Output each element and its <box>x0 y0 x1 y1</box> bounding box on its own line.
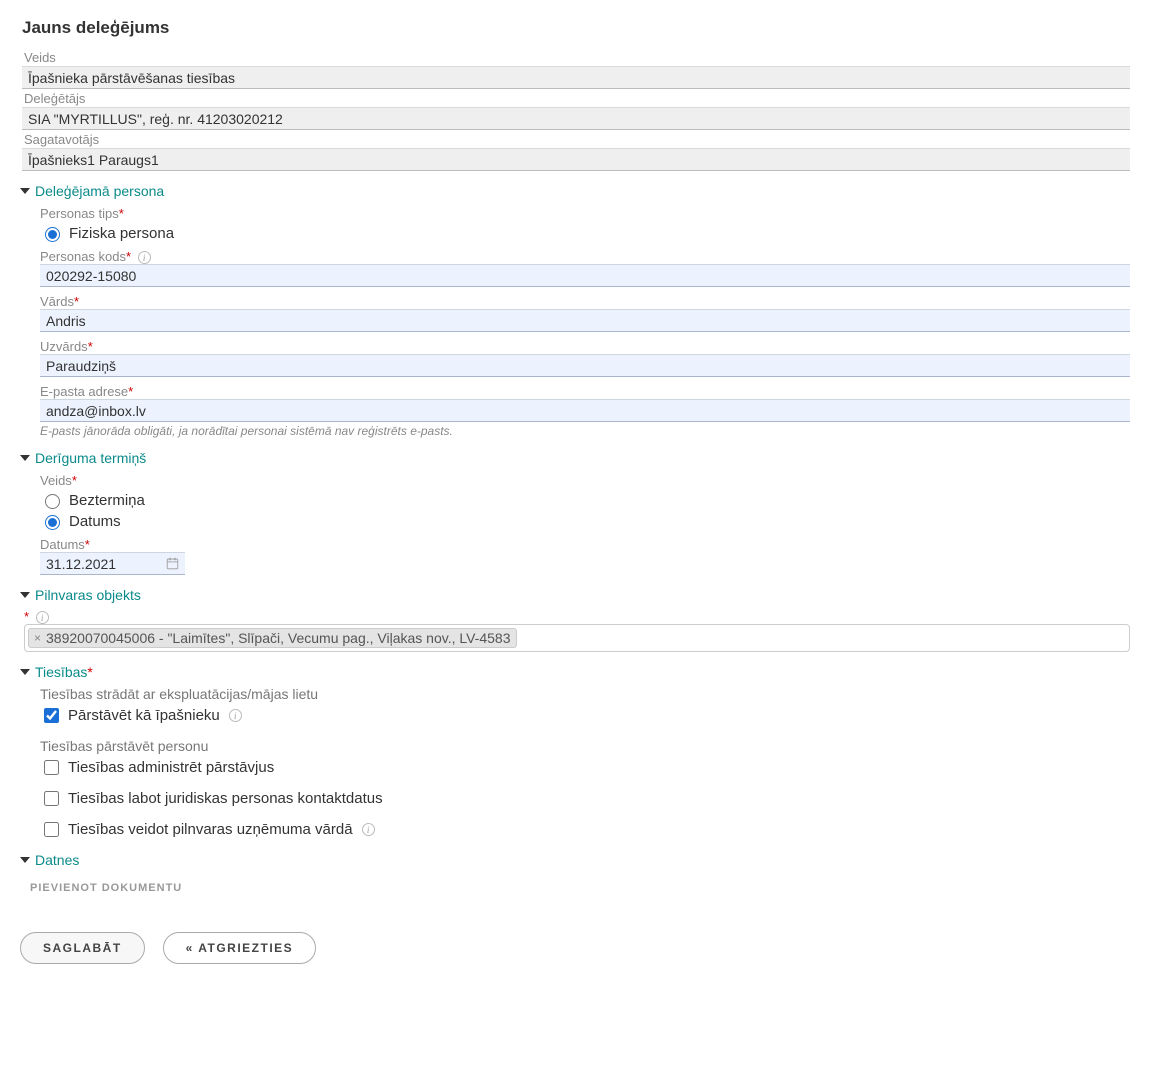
calendar-icon[interactable] <box>160 557 185 570</box>
caret-down-icon <box>20 455 30 461</box>
validity-unlimited-row[interactable]: Beztermiņa <box>40 491 1130 509</box>
section-person-title: Deleģējamā persona <box>35 183 164 199</box>
person-type-label: Personas tips* <box>40 206 1130 221</box>
page-title: Jauns deleģējums <box>22 18 1130 38</box>
section-files-header[interactable]: Datnes <box>20 852 1130 868</box>
section-rights-header[interactable]: Tiesības* <box>20 664 1130 680</box>
validity-type-label: Veids* <box>40 473 1130 488</box>
first-name-label: Vārds* <box>40 294 1130 309</box>
rights-edit-checkbox[interactable] <box>44 791 59 806</box>
object-tag: × 38920070045006 - "Laimītes", Slīpači, … <box>28 628 517 648</box>
field-type-group: Veids Īpašnieka pārstāvēšanas tiesības <box>22 50 1130 89</box>
info-icon[interactable]: i <box>362 823 375 836</box>
section-validity-header[interactable]: Derīguma termiņš <box>20 450 1130 466</box>
rights-admin-checkbox[interactable] <box>44 760 59 775</box>
object-tag-text: 38920070045006 - "Laimītes", Slīpači, Ve… <box>46 630 510 646</box>
caret-down-icon <box>20 669 30 675</box>
rights-edit-label: Tiesības labot juridiskas personas konta… <box>68 790 383 807</box>
validity-date-input[interactable] <box>40 553 160 575</box>
person-type-radio-row[interactable]: Fiziska persona <box>40 224 1130 242</box>
person-code-input[interactable] <box>40 264 1130 287</box>
last-name-label: Uzvārds* <box>40 339 1130 354</box>
email-input[interactable] <box>40 399 1130 422</box>
field-preparer-label: Sagatavotājs <box>22 132 1130 147</box>
validity-unlimited-radio[interactable] <box>45 494 60 509</box>
person-type-radio-physical[interactable] <box>45 227 60 242</box>
rights-create-checkbox[interactable] <box>44 822 59 837</box>
section-validity-title: Derīguma termiņš <box>35 450 146 466</box>
person-type-radio-physical-label: Fiziska persona <box>69 225 174 242</box>
section-files-title: Datnes <box>35 852 79 868</box>
caret-down-icon <box>20 592 30 598</box>
object-req-label: * i <box>24 609 1130 624</box>
email-label: E-pasta adrese* <box>40 384 1130 399</box>
info-icon[interactable]: i <box>229 709 242 722</box>
section-rights-title: Tiesības* <box>35 664 93 680</box>
validity-date-row[interactable]: Datums <box>40 512 1130 530</box>
field-delegator-group: Deleģētājs SIA "MYRTILLUS", reģ. nr. 412… <box>22 91 1130 130</box>
field-type-label: Veids <box>22 50 1130 65</box>
person-code-label: Personas kods* i <box>40 249 1130 264</box>
email-hint: E-pasts jānorāda obligāti, ja norādītai … <box>40 424 1130 438</box>
rights-owner-checkbox[interactable] <box>44 708 59 723</box>
last-name-input[interactable] <box>40 354 1130 377</box>
section-person-header[interactable]: Deleģējamā persona <box>20 183 1130 199</box>
caret-down-icon <box>20 857 30 863</box>
validity-date-label: Datums* <box>40 537 1130 552</box>
info-icon[interactable]: i <box>138 251 151 264</box>
save-button[interactable]: Saglabāt <box>20 932 145 964</box>
caret-down-icon <box>20 188 30 194</box>
section-object-header[interactable]: Pilnvaras objekts <box>20 587 1130 603</box>
object-tag-input[interactable]: × 38920070045006 - "Laimītes", Slīpači, … <box>24 624 1130 652</box>
add-document-button[interactable]: Pievienot dokumentu <box>30 882 182 894</box>
rights-subhead-2: Tiesības pārstāvēt personu <box>40 738 1130 754</box>
info-icon[interactable]: i <box>36 611 49 624</box>
validity-date-field[interactable] <box>40 552 185 575</box>
rights-owner-row[interactable]: Pārstāvēt kā īpašnieku i <box>40 705 1130 726</box>
tag-remove-icon[interactable]: × <box>31 631 44 645</box>
section-object-title: Pilnvaras objekts <box>35 587 141 603</box>
rights-subhead-1: Tiesības strādāt ar ekspluatācijas/mājas… <box>40 686 1130 702</box>
validity-unlimited-label: Beztermiņa <box>69 492 145 509</box>
back-button[interactable]: « Atgriezties <box>163 932 317 964</box>
field-delegator-value: SIA "MYRTILLUS", reģ. nr. 41203020212 <box>22 107 1130 130</box>
rights-edit-row[interactable]: Tiesības labot juridiskas personas konta… <box>40 788 1130 809</box>
field-delegator-label: Deleģētājs <box>22 91 1130 106</box>
rights-create-row[interactable]: Tiesības veidot pilnvaras uzņēmuma vārdā… <box>40 819 1130 840</box>
field-preparer-value: Īpašnieks1 Paraugs1 <box>22 148 1130 171</box>
validity-date-label-opt: Datums <box>69 513 121 530</box>
rights-create-label: Tiesības veidot pilnvaras uzņēmuma vārdā <box>68 821 353 838</box>
rights-owner-label: Pārstāvēt kā īpašnieku <box>68 707 220 724</box>
field-type-value: Īpašnieka pārstāvēšanas tiesības <box>22 66 1130 89</box>
first-name-input[interactable] <box>40 309 1130 332</box>
rights-admin-row[interactable]: Tiesības administrēt pārstāvjus <box>40 757 1130 778</box>
rights-admin-label: Tiesības administrēt pārstāvjus <box>68 759 274 776</box>
field-preparer-group: Sagatavotājs Īpašnieks1 Paraugs1 <box>22 132 1130 171</box>
validity-date-radio[interactable] <box>45 515 60 530</box>
